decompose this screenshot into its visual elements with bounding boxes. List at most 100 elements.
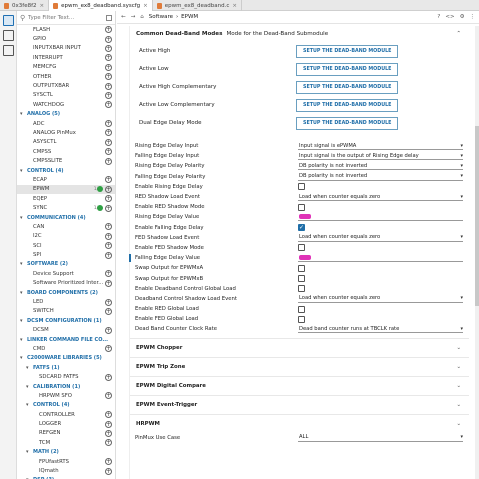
tree-item[interactable]: MEMCFG + [17,63,115,72]
tree-item[interactable]: LOGGER + [17,419,115,428]
tree-item[interactable]: OTHER + [17,72,115,81]
sysconfig-view-icon[interactable] [3,15,14,26]
tab-2[interactable]: epwm_ex8_deadband.c × [153,0,243,11]
tree-item[interactable]: IQmath + [17,466,115,475]
collapsed-section[interactable]: EPWM Event-Trigger ⌄ [130,394,469,414]
config-select[interactable]: Load when counter equals zero ▾ [298,234,463,242]
tree-item[interactable]: CMPSS + [17,147,115,156]
code-view-icon[interactable]: <> [445,14,454,20]
config-checkbox[interactable] [298,275,305,283]
tree-item[interactable]: HRPWM SFO + [17,391,115,400]
add-icon[interactable]: + [105,326,112,334]
more-icon[interactable]: ⋮ [470,14,476,20]
add-icon[interactable]: + [105,185,112,193]
tree-item[interactable]: EQEP + [17,194,115,203]
memory-view-icon[interactable] [3,45,14,56]
tree-category[interactable]: ▾ LINKER COMMAND FILE CO... [17,335,115,344]
setup-deadband-button[interactable]: SETUP THE DEAD-BAND MODULE [296,116,399,130]
tree-item[interactable]: Device Support + [17,269,115,278]
tree-category[interactable]: ▾ FATFS (1) [17,363,115,372]
pinmux-select[interactable]: ALL ▾ [298,434,463,442]
add-icon[interactable]: + [105,458,112,466]
scrollbar-thumb[interactable] [475,126,479,306]
config-checkbox[interactable] [298,315,305,323]
config-checkbox[interactable]: ✓ [298,224,305,232]
tree-item[interactable]: ASYSCTL + [17,138,115,147]
tree-item[interactable]: Software Prioritized Inter... + [17,279,115,288]
add-icon[interactable]: + [105,44,112,52]
settings-icon[interactable]: ⚙ [460,14,465,20]
tab-0[interactable]: 0x3fe8f2 × [0,0,50,11]
add-icon[interactable]: + [105,420,112,428]
tree-category[interactable]: ▾ CONTROL (4) [17,166,115,175]
add-icon[interactable]: + [105,307,112,315]
tree-item[interactable]: OUTPUTXBAR + [17,81,115,90]
config-input[interactable] [298,213,463,222]
tree-item[interactable]: INTERRUPT + [17,53,115,62]
tree-item[interactable]: SWITCH + [17,307,115,316]
add-icon[interactable]: + [105,242,112,250]
tab-1[interactable]: epwm_ex8_deadband.syscfg × [49,0,153,11]
tree-item[interactable]: REFGEN + [17,429,115,438]
add-icon[interactable]: + [105,232,112,240]
tree-category[interactable]: ▾ CONTROL (4) [17,401,115,410]
tree-category[interactable]: ▾ DCSM CONFIGURATION (1) [17,316,115,325]
files-view-icon[interactable] [3,30,14,41]
add-icon[interactable]: + [105,91,112,99]
collapsed-section[interactable]: EPWM Trip Zone ⌄ [130,356,469,376]
add-icon[interactable]: + [105,176,112,184]
tree-item[interactable]: CMPSSLITE + [17,156,115,165]
tree-item[interactable]: I2C + [17,232,115,241]
add-icon[interactable]: + [105,148,112,156]
add-icon[interactable]: + [105,279,112,287]
add-icon[interactable]: + [105,298,112,306]
add-icon[interactable]: + [105,439,112,447]
tree-item[interactable]: SPI + [17,250,115,259]
tree-category[interactable]: ▾ COMMUNICATION (4) [17,213,115,222]
add-icon[interactable]: + [105,392,112,400]
deadband-modes-header[interactable]: Common Dead-Band Modes Mode for the Dead… [130,26,469,42]
tree-item[interactable]: SYNC1/1+ [17,203,115,212]
tree-category[interactable]: ▾ BOARD COMPONENTS (2) [17,288,115,297]
tree-item[interactable]: GPIO + [17,34,115,43]
tree-item[interactable]: LED + [17,297,115,306]
add-icon[interactable]: + [105,157,112,165]
tree-item[interactable]: SYSCTL + [17,91,115,100]
tree-item[interactable]: ECAP + [17,175,115,184]
tree-category[interactable]: ▾ ANALOG (5) [17,110,115,119]
add-icon[interactable]: + [105,26,112,34]
filter-input[interactable] [28,14,98,21]
config-select[interactable]: Input signal is the output of Rising Edg… [298,152,463,161]
tree-item[interactable]: WATCHDOG + [17,100,115,109]
add-icon[interactable]: + [105,54,112,62]
tree-item[interactable]: FPUfastRTS + [17,457,115,466]
tree-category[interactable]: ▾ C2000WARE LIBRARIES (5) [17,354,115,363]
add-icon[interactable]: + [105,411,112,419]
tree-item[interactable]: CMD + [17,344,115,353]
add-icon[interactable]: + [105,223,112,231]
tree-item[interactable]: CONTROLLER + [17,410,115,419]
config-checkbox[interactable] [298,244,305,252]
collapsed-section[interactable]: EPWM Digital Compare ⌄ [130,375,469,395]
forward-icon[interactable]: → [131,14,136,20]
close-icon[interactable]: × [143,3,148,9]
add-icon[interactable]: + [105,120,112,128]
add-icon[interactable]: + [105,195,112,203]
close-icon[interactable]: × [232,3,237,9]
config-select[interactable]: Load when counter equals zero ▾ [298,295,463,303]
config-checkbox[interactable] [298,285,305,293]
tree-item[interactable]: INPUTXBAR INPUT + [17,44,115,53]
setup-deadband-button[interactable]: SETUP THE DEAD-BAND MODULE [296,44,399,58]
tree-category[interactable]: ▾ CALIBRATION (1) [17,382,115,391]
config-select[interactable]: Load when counter equals zero ▾ [298,193,463,202]
config-input[interactable] [298,254,463,263]
tree-item[interactable]: SCI + [17,241,115,250]
add-icon[interactable]: + [105,35,112,43]
config-select[interactable]: DB polarity is not inverted ▾ [298,162,463,171]
tree-item[interactable]: ANALOG PinMux + [17,128,115,137]
add-icon[interactable]: + [105,73,112,81]
config-checkbox[interactable] [298,305,305,313]
close-icon[interactable]: × [40,3,45,9]
add-icon[interactable]: + [105,138,112,146]
setup-deadband-button[interactable]: SETUP THE DEAD-BAND MODULE [296,62,399,76]
